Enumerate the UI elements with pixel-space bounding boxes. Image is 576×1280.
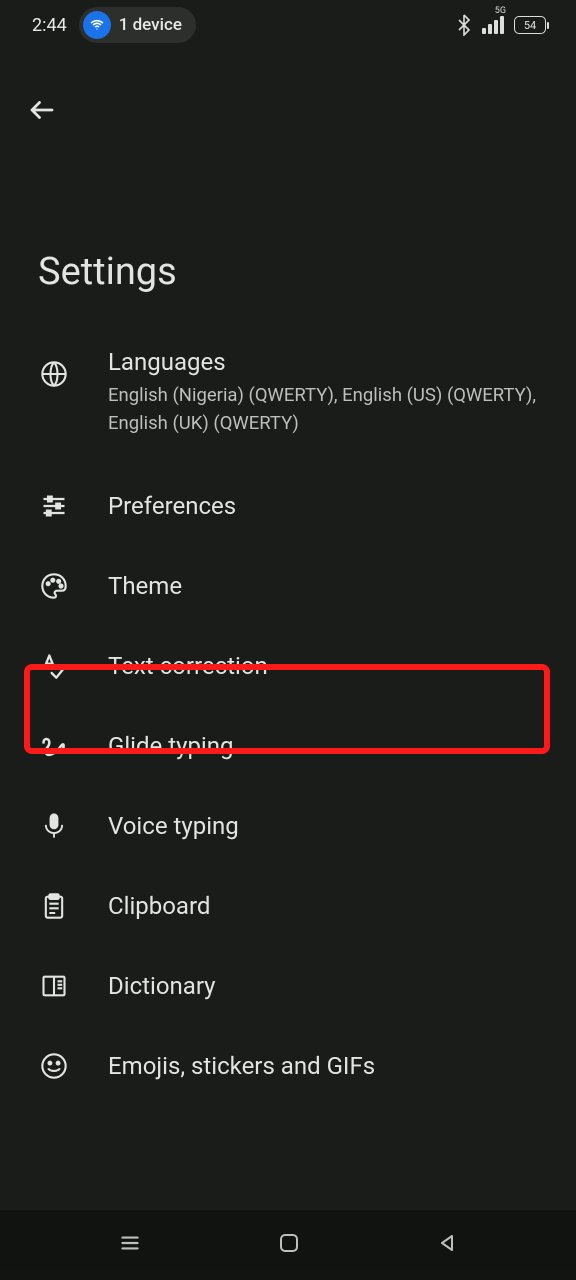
status-right: 5G 54 <box>456 14 546 36</box>
toolbar <box>0 50 576 140</box>
menu-lines-icon <box>117 1230 143 1256</box>
menu-item-text-correction[interactable]: Text correction <box>0 626 576 706</box>
book-icon <box>38 972 70 1000</box>
menu-label: Languages <box>108 348 538 376</box>
settings-list: Languages English (Nigeria) (QWERTY), En… <box>0 334 576 1106</box>
nav-bar <box>0 1210 576 1280</box>
menu-label: Dictionary <box>108 972 216 1000</box>
nav-back-button[interactable] <box>435 1231 459 1259</box>
menu-label: Emojis, stickers and GIFs <box>108 1052 375 1080</box>
menu-item-languages[interactable]: Languages English (Nigeria) (QWERTY), En… <box>0 334 576 466</box>
menu-label: Clipboard <box>108 892 210 920</box>
connected-device-pill[interactable]: 1 device <box>79 7 196 43</box>
menu-label: Theme <box>108 572 182 600</box>
palette-icon <box>38 572 70 600</box>
menu-item-clipboard[interactable]: Clipboard <box>0 866 576 946</box>
nav-home-button[interactable] <box>277 1231 301 1259</box>
menu-item-theme[interactable]: Theme <box>0 546 576 626</box>
clock: 2:44 <box>32 15 67 36</box>
menu-item-emoji[interactable]: Emojis, stickers and GIFs <box>0 1026 576 1106</box>
globe-icon <box>38 360 70 388</box>
menu-item-voice-typing[interactable]: Voice typing <box>0 786 576 866</box>
back-button[interactable] <box>22 90 62 130</box>
clipboard-icon <box>38 892 70 920</box>
menu-sublabel: English (Nigeria) (QWERTY), English (US)… <box>108 382 538 438</box>
text-check-icon <box>38 652 70 680</box>
menu-label: Preferences <box>108 492 236 520</box>
wifi-share-icon <box>83 11 111 39</box>
menu-label: Text correction <box>108 652 268 680</box>
signal-icon: 5G <box>482 16 504 34</box>
square-icon <box>277 1231 301 1255</box>
smiley-icon <box>38 1052 70 1080</box>
page-title: Settings <box>0 140 576 334</box>
menu-item-preferences[interactable]: Preferences <box>0 466 576 546</box>
sliders-icon <box>38 492 70 520</box>
battery-icon: 54 <box>514 16 546 34</box>
arrow-left-icon <box>27 95 57 125</box>
bluetooth-icon <box>456 14 472 36</box>
menu-label: Voice typing <box>108 812 239 840</box>
status-left: 2:44 1 device <box>32 7 196 43</box>
menu-label: Glide typing <box>108 732 233 760</box>
mic-icon <box>38 812 70 840</box>
status-bar: 2:44 1 device 5G 54 <box>0 0 576 50</box>
device-count-label: 1 device <box>119 15 182 35</box>
squiggle-icon <box>38 732 70 760</box>
menu-item-glide-typing[interactable]: Glide typing <box>0 706 576 786</box>
triangle-left-icon <box>435 1231 459 1255</box>
menu-item-dictionary[interactable]: Dictionary <box>0 946 576 1026</box>
nav-recents-button[interactable] <box>117 1230 143 1260</box>
